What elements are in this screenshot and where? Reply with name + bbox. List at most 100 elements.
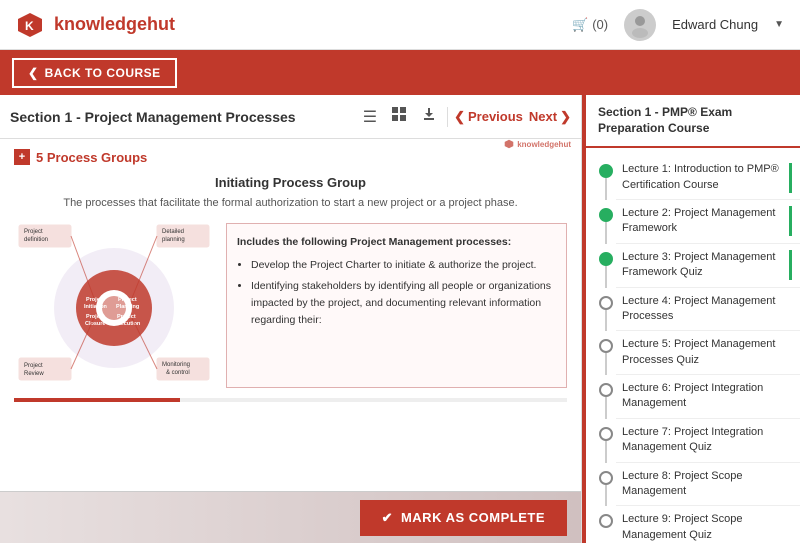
timeline-line: [605, 353, 607, 375]
svg-text:Initiation: Initiation: [84, 304, 108, 310]
lecture-label: Lecture 2: Project Management Framework: [622, 206, 785, 237]
header: K knowledgehut 🛒(0) Edward Chung ▼: [0, 0, 800, 50]
initiating-title: Initiating Process Group: [14, 175, 567, 190]
timeline-line: [605, 222, 607, 244]
cart-button[interactable]: 🛒(0): [572, 17, 608, 33]
svg-text:Project: Project: [24, 363, 43, 369]
lecture-item[interactable]: Lecture 7: Project Integration Managemen…: [586, 419, 800, 463]
svg-text:Monitoring: Monitoring: [162, 362, 190, 368]
lecture-item[interactable]: Lecture 2: Project Management Framework: [586, 200, 800, 244]
mark-complete-label: MARK AS COMPLETE: [401, 510, 545, 525]
lecture-label: Lecture 4: Project Management Processes: [622, 294, 792, 325]
timeline-col: [596, 244, 616, 288]
timeline-col: [596, 506, 616, 543]
svg-text:Project: Project: [86, 297, 105, 303]
lecture-content: Lecture 5: Project Management Processes …: [616, 331, 800, 375]
timeline-dot: [599, 383, 613, 397]
initiating-subtitle: The processes that facilitate the formal…: [14, 196, 567, 211]
timeline-dot: [599, 427, 613, 441]
timeline-dot: [599, 514, 613, 528]
timeline-col: [596, 288, 616, 332]
previous-button[interactable]: ❮ Previous: [454, 109, 523, 125]
timeline-line: [605, 266, 607, 288]
watermark: knowledgehut: [504, 139, 571, 149]
back-label: BACK TO COURSE: [45, 66, 161, 80]
download-button[interactable]: [417, 103, 441, 130]
back-to-course-button[interactable]: ❮ BACK TO COURSE: [12, 58, 177, 88]
svg-text:Review: Review: [24, 371, 44, 377]
completed-bar: [789, 206, 792, 236]
lecture-content: Lecture 4: Project Management Processes: [616, 288, 800, 332]
lecture-label: Lecture 7: Project Integration Managemen…: [622, 425, 792, 456]
lecture-item[interactable]: Lecture 9: Project Scope Management Quiz: [586, 506, 800, 543]
timeline-col: [596, 331, 616, 375]
grid-icon: [391, 106, 407, 122]
main-layout: Section 1 - Project Management Processes…: [0, 95, 800, 543]
grid-view-button[interactable]: [387, 102, 411, 131]
logo-icon: K: [16, 11, 44, 39]
sidebar-header: Section 1 - PMP® Exam Preparation Course: [586, 95, 800, 148]
diagram-area: Project definition Detailed planning Pro…: [14, 223, 567, 388]
timeline-dot: [599, 339, 613, 353]
section-title: Section 1 - Project Management Processes: [10, 109, 296, 125]
prev-arrow-icon: ❮: [454, 109, 465, 125]
lecture-label: Lecture 6: Project Integration Managemen…: [622, 381, 792, 412]
timeline-col: [596, 200, 616, 244]
timeline-dot: [599, 164, 613, 178]
hamburger-menu-button[interactable]: ☰: [359, 103, 381, 131]
chevron-down-icon: ▼: [774, 19, 784, 30]
mark-complete-button[interactable]: ✔ MARK AS COMPLETE: [360, 500, 567, 536]
info-box-title: Includes the following Project Managemen…: [237, 234, 556, 251]
timeline-line: [605, 441, 607, 463]
lecture-item[interactable]: Lecture 4: Project Management Processes: [586, 288, 800, 332]
lecture-content: Lecture 1: Introduction to PMP® Certific…: [616, 156, 800, 200]
timeline-line: [605, 178, 607, 200]
process-diagram: Project definition Detailed planning Pro…: [14, 223, 214, 388]
timeline-dot: [599, 208, 613, 222]
timeline-col: [596, 419, 616, 463]
lecture-item[interactable]: Lecture 3: Project Management Framework …: [586, 244, 800, 288]
user-name: Edward Chung: [672, 17, 758, 32]
svg-text:planning: planning: [162, 237, 185, 243]
completed-bar: [789, 163, 792, 193]
lecture-item[interactable]: Lecture 5: Project Management Processes …: [586, 331, 800, 375]
timeline-dot: [599, 252, 613, 266]
right-sidebar: Section 1 - PMP® Exam Preparation Course…: [582, 95, 800, 543]
lecture-content: Lecture 6: Project Integration Managemen…: [616, 375, 800, 419]
logo-text: knowledgehut: [54, 14, 175, 35]
timeline-col: [596, 463, 616, 507]
info-list: Develop the Project Charter to initiate …: [237, 257, 556, 328]
svg-text:& control: & control: [166, 370, 190, 376]
timeline-line: [605, 485, 607, 507]
next-button[interactable]: Next ❯: [529, 109, 571, 125]
timeline-dot: [599, 296, 613, 310]
svg-text:Planning: Planning: [116, 304, 139, 310]
bottom-bar: ✔ MARK AS COMPLETE: [0, 491, 581, 543]
svg-text:definition: definition: [24, 237, 48, 243]
completed-bar: [789, 250, 792, 280]
info-box: Includes the following Project Managemen…: [226, 223, 567, 388]
process-groups-title: + 5 Process Groups knowledgehut: [14, 149, 567, 165]
download-icon: [421, 107, 437, 123]
lecture-label: Lecture 8: Project Scope Management: [622, 469, 792, 500]
svg-text:Project: Project: [86, 314, 105, 320]
lecture-content: Lecture 2: Project Management Framework: [616, 200, 800, 244]
lecture-item[interactable]: Lecture 1: Introduction to PMP® Certific…: [586, 156, 800, 200]
avatar: [624, 9, 656, 41]
lecture-item[interactable]: Lecture 8: Project Scope Management: [586, 463, 800, 507]
svg-text:Project: Project: [118, 297, 137, 303]
svg-text:K: K: [25, 19, 34, 33]
progress-bar: [14, 398, 567, 402]
lecture-content: Lecture 7: Project Integration Managemen…: [616, 419, 800, 463]
timeline-dot: [599, 471, 613, 485]
timeline-col: [596, 156, 616, 200]
lecture-item[interactable]: Lecture 6: Project Integration Managemen…: [586, 375, 800, 419]
lecture-label: Lecture 3: Project Management Framework …: [622, 250, 785, 281]
check-icon: ✔: [382, 510, 393, 526]
timeline-line: [605, 310, 607, 332]
process-box-icon: +: [14, 149, 30, 165]
lecture-label: Lecture 9: Project Scope Management Quiz: [622, 512, 792, 543]
next-arrow-icon: ❯: [560, 109, 571, 125]
svg-text:Project: Project: [24, 229, 43, 235]
header-left: K knowledgehut: [16, 11, 175, 39]
